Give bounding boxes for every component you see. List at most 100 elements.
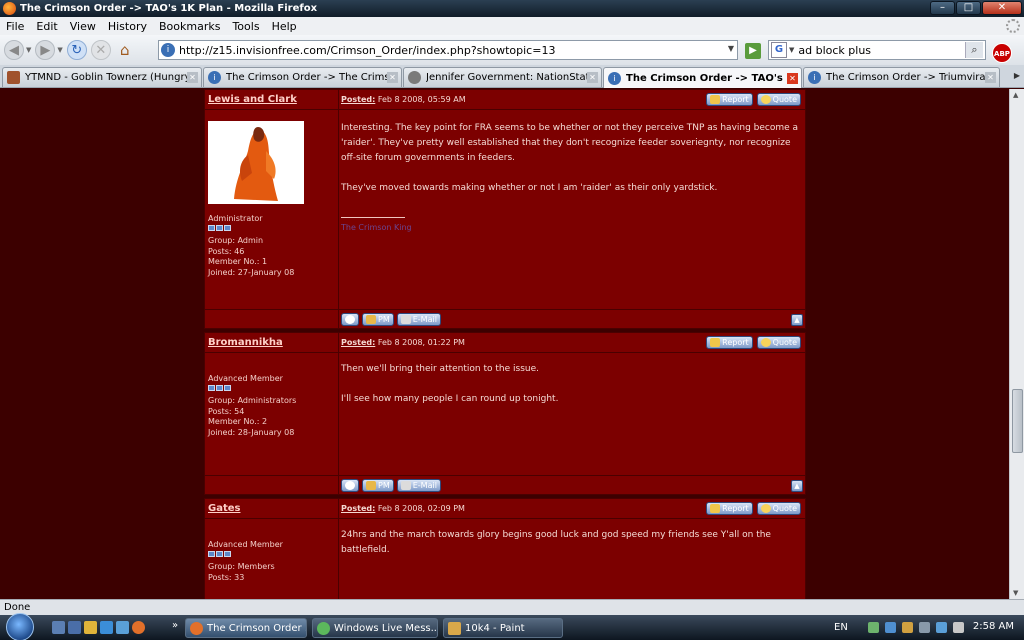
folder-icon[interactable]: [84, 621, 97, 634]
adblock-plus-button[interactable]: ABP: [992, 43, 1012, 63]
language-indicator[interactable]: EN: [834, 622, 848, 633]
vertical-scrollbar[interactable]: ▲ ▼: [1009, 89, 1024, 599]
taskbar-clock[interactable]: 2:58 AM: [973, 621, 1014, 632]
email-button[interactable]: E-Mail: [396, 313, 441, 326]
quick-launch-overflow-icon[interactable]: »: [172, 620, 178, 631]
report-button[interactable]: Report: [706, 336, 753, 349]
menu-history[interactable]: History: [108, 20, 147, 33]
google-engine-icon[interactable]: G: [771, 42, 787, 58]
tab-crimson-order-triumvirate[interactable]: i The Crimson Order -> Triumvirate: ... …: [803, 67, 1000, 87]
report-icon: [710, 95, 721, 104]
tab-nationstates[interactable]: Jennifer Government: NationStates ... ✕: [403, 67, 602, 87]
home-button[interactable]: ⌂: [115, 40, 135, 60]
profile-button[interactable]: [341, 313, 359, 326]
search-icon[interactable]: [116, 621, 129, 634]
messenger-icon: [317, 621, 330, 635]
reload-button[interactable]: ↻: [66, 40, 87, 60]
network-icon[interactable]: [935, 622, 947, 633]
back-history-chevron-icon[interactable]: ▼: [26, 46, 31, 54]
email-label: E-Mail: [412, 315, 437, 324]
member-post-count: Posts: 54: [208, 406, 245, 416]
email-icon: [400, 315, 411, 324]
quote-button[interactable]: Quote: [756, 93, 801, 106]
email-button[interactable]: E-Mail: [396, 479, 441, 492]
report-button[interactable]: Report: [706, 502, 753, 515]
tab-close-icon[interactable]: ✕: [187, 72, 198, 83]
topic-posts: Lewis and Clark Posted: Feb 8 2008, 05:5…: [204, 89, 806, 599]
tab-crimson-order-1k-plan[interactable]: i The Crimson Order -> TAO's 1K P... ✕: [603, 67, 802, 88]
search-icon[interactable]: ⌕: [965, 42, 983, 58]
profile-button[interactable]: [341, 479, 359, 492]
tray-app-icon[interactable]: [884, 622, 896, 633]
tab-close-icon[interactable]: ✕: [787, 72, 798, 84]
tab-close-icon[interactable]: ✕: [387, 72, 398, 83]
email-icon: [400, 481, 411, 490]
forward-button[interactable]: ▶: [35, 40, 56, 60]
firefox-icon[interactable]: [132, 621, 145, 634]
go-button[interactable]: ▶: [745, 43, 761, 59]
search-engine-chevron-icon[interactable]: ▼: [789, 46, 794, 54]
post: Gates Posted: Feb 8 2008, 02:09 PM Repor…: [204, 498, 806, 599]
post-author-link[interactable]: Gates: [208, 503, 240, 514]
switch-windows-icon[interactable]: [68, 621, 81, 634]
window-title: The Crimson Order -> TAO's 1K Plan - Moz…: [20, 3, 318, 14]
nationstates-icon: [408, 71, 421, 84]
quote-button[interactable]: Quote: [756, 336, 801, 349]
maximize-button[interactable]: □: [956, 1, 981, 15]
author-info: Advanced Member Group: Members Posts: 33: [208, 540, 283, 583]
tab-label: YTMND - Goblin Townerz (Hungry ...: [25, 72, 187, 83]
tab-crimson-order-1[interactable]: i The Crimson Order -> The Crimso... ✕: [203, 67, 402, 87]
taskbar-item-label: 10k4 - Paint: [465, 622, 525, 634]
minimize-button[interactable]: –: [930, 1, 955, 15]
quote-icon: [760, 504, 771, 513]
menu-bookmarks[interactable]: Bookmarks: [159, 20, 220, 33]
tab-close-icon[interactable]: ✕: [985, 72, 996, 83]
search-input[interactable]: ad block plus: [798, 44, 871, 57]
post-date: Posted: Feb 8 2008, 05:59 AM: [341, 95, 466, 104]
scrollbar-thumb[interactable]: [1012, 389, 1023, 453]
tab-scroll-right-icon[interactable]: ▶: [1014, 71, 1020, 80]
taskbar-item-firefox[interactable]: The Crimson Order ...: [185, 618, 307, 638]
report-button[interactable]: Report: [706, 93, 753, 106]
start-button[interactable]: [6, 613, 34, 640]
scroll-to-top-icon[interactable]: ▲: [791, 480, 803, 492]
member-group: Group: Members: [208, 562, 275, 572]
taskbar-item-paint[interactable]: 10k4 - Paint: [443, 618, 563, 638]
back-button[interactable]: ◀: [4, 40, 24, 60]
forward-history-chevron-icon[interactable]: ▼: [57, 46, 62, 54]
scroll-to-top-icon[interactable]: ▲: [791, 314, 803, 326]
menu-tools[interactable]: Tools: [232, 20, 259, 33]
pm-label: PM: [378, 315, 390, 324]
menu-view[interactable]: View: [70, 20, 96, 33]
quote-label: Quote: [772, 504, 797, 513]
scroll-up-icon[interactable]: ▲: [1013, 91, 1018, 99]
menu-file[interactable]: File: [6, 20, 24, 33]
stop-button[interactable]: ✕: [90, 40, 111, 60]
windows-taskbar: » The Crimson Order ... Windows Live Mes…: [0, 613, 1024, 640]
tray-app-icon[interactable]: [867, 622, 879, 633]
security-shield-icon[interactable]: [901, 622, 913, 633]
pm-button[interactable]: PM: [362, 313, 394, 326]
internet-explorer-icon[interactable]: [100, 621, 113, 634]
address-bar[interactable]: i http://z15.invisionfree.com/Crimson_Or…: [158, 40, 738, 60]
pm-icon: [366, 481, 376, 490]
profile-icon: [345, 481, 355, 490]
taskbar-item-messenger[interactable]: Windows Live Mess...: [312, 618, 438, 638]
post-header: Gates Posted: Feb 8 2008, 02:09 PM Repor…: [205, 499, 805, 519]
quote-button[interactable]: Quote: [756, 502, 801, 515]
menu-edit[interactable]: Edit: [36, 20, 57, 33]
post-author-link[interactable]: Bromannikha: [208, 337, 283, 348]
pm-button[interactable]: PM: [362, 479, 394, 492]
search-bar[interactable]: G ▼ ad block plus ⌕: [768, 40, 986, 60]
url-text[interactable]: http://z15.invisionfree.com/Crimson_Orde…: [179, 44, 555, 57]
show-desktop-icon[interactable]: [52, 621, 65, 634]
scroll-down-icon[interactable]: ▼: [1013, 589, 1018, 597]
tab-ytmnd[interactable]: YTMND - Goblin Townerz (Hungry ... ✕: [2, 67, 202, 87]
close-button[interactable]: ✕: [982, 1, 1022, 15]
tray-app-icon[interactable]: [918, 622, 930, 633]
url-dropdown-icon[interactable]: ▼: [728, 44, 734, 53]
tab-close-icon[interactable]: ✕: [587, 72, 598, 83]
volume-icon[interactable]: [952, 622, 964, 633]
menu-help[interactable]: Help: [272, 20, 297, 33]
post-author-link[interactable]: Lewis and Clark: [208, 94, 297, 105]
